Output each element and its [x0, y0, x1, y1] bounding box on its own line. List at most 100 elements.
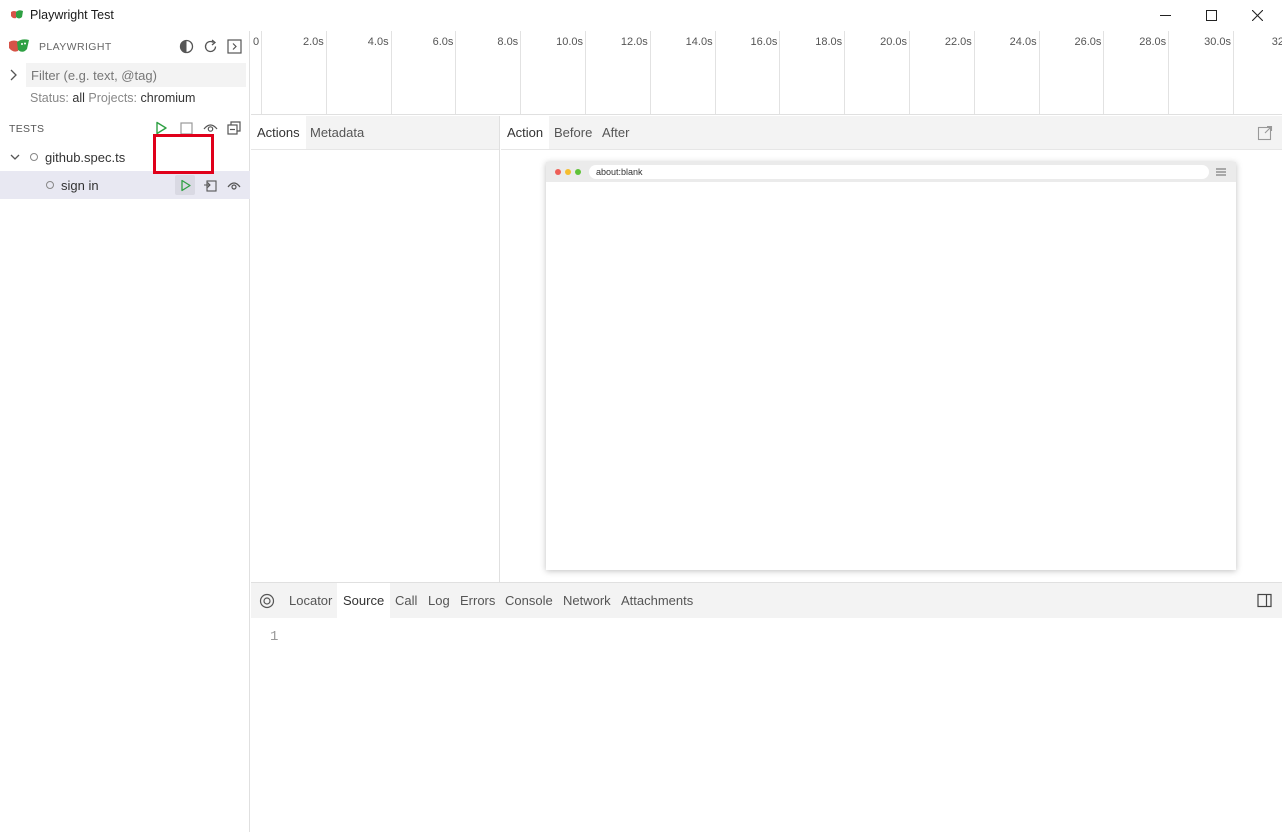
watch-test-button[interactable]	[224, 175, 244, 195]
timeline-tick-line	[714, 31, 716, 114]
projects-label: Projects:	[88, 91, 138, 105]
tab-after[interactable]: After	[596, 116, 635, 149]
timeline-tick-line	[261, 31, 262, 114]
timeline-tick-line	[1168, 31, 1170, 114]
timeline-tick-label: 4.0s	[367, 36, 389, 48]
maximize-icon	[1205, 10, 1217, 21]
chevron-down-icon[interactable]	[9, 151, 21, 163]
timeline-tick-label: 16.0s	[750, 36, 778, 48]
minimize-icon	[1159, 15, 1171, 16]
tab-metadata[interactable]: Metadata	[304, 116, 370, 149]
timeline-tick-label: 6.0s	[432, 36, 454, 48]
browser-toolbar: about:blank	[546, 162, 1236, 182]
tests-label: TESTS	[9, 123, 45, 135]
timeline-tick-label: 20.0s	[880, 36, 907, 48]
tab-actions[interactable]: Actions	[251, 116, 306, 149]
watch-icon	[227, 181, 241, 190]
theme-toggle-button[interactable]	[178, 38, 194, 54]
tree-row-file[interactable]: github.spec.ts	[0, 143, 250, 171]
status-value[interactable]: all	[72, 91, 85, 105]
minimize-dot-icon	[565, 169, 571, 175]
timeline-tick-label: 0	[253, 36, 260, 48]
timeline-tick-label: 10.0s	[556, 36, 583, 48]
timeline-tick-label: 2.0s	[303, 36, 324, 48]
status-circle-icon	[30, 153, 38, 161]
timeline-tick-label: 8.0s	[497, 36, 519, 48]
timeline-tick-line	[520, 31, 522, 114]
timeline-tick-line	[909, 31, 910, 114]
close-dot-icon	[555, 169, 561, 175]
actions-panel: Actions Metadata	[251, 116, 500, 582]
sidebar-header: PLAYWRIGHT	[0, 31, 250, 61]
reload-icon	[204, 39, 216, 52]
timeline-tick-line	[325, 31, 327, 114]
minimize-button[interactable]	[1142, 0, 1188, 31]
chevron-right-icon[interactable]	[8, 68, 20, 82]
filter-row	[0, 62, 250, 88]
timeline-tick-label: 22.0s	[944, 36, 972, 48]
run-icon	[180, 179, 191, 191]
maximize-dot-icon	[575, 169, 581, 175]
tab-before[interactable]: Before	[548, 116, 598, 149]
status-label: Status:	[30, 91, 69, 105]
playwright-app-icon	[11, 10, 23, 19]
timeline-tick-line	[1103, 31, 1105, 114]
close-button[interactable]	[1234, 0, 1280, 31]
timeline-tick-line	[649, 31, 651, 114]
toggle-split-icon[interactable]	[1257, 593, 1272, 608]
collapse-all-button[interactable]	[226, 120, 242, 136]
collapse-all-icon	[227, 121, 241, 135]
url-bar: about:blank	[589, 165, 1209, 179]
filter-input[interactable]	[26, 63, 246, 87]
tree-row-test[interactable]: sign in	[0, 171, 250, 199]
run-all-icon	[156, 121, 167, 135]
tab-call[interactable]: Call	[389, 583, 423, 618]
bottom-tabbar: Locator Source Call Log Errors Console N…	[251, 583, 1282, 618]
sidebar-brand: PLAYWRIGHT	[39, 41, 112, 53]
timeline-tick-label: 14.0s	[685, 36, 713, 48]
source-line-number: 1	[270, 629, 279, 645]
tab-errors[interactable]: Errors	[454, 583, 501, 618]
timeline-tick-label: 28.0s	[1139, 36, 1167, 48]
run-test-button[interactable]	[175, 175, 195, 195]
watch-all-button[interactable]	[202, 120, 218, 136]
test-label: sign in	[61, 178, 99, 193]
timeline-tick-label: 30.0s	[1204, 36, 1231, 48]
tab-log[interactable]: Log	[422, 583, 456, 618]
bottom-panel: Locator Source Call Log Errors Console N…	[251, 582, 1282, 832]
toggle-output-icon	[226, 38, 242, 54]
tab-network[interactable]: Network	[557, 583, 617, 618]
pick-locator-icon[interactable]	[259, 593, 275, 609]
timeline-tick-line	[1233, 31, 1234, 114]
timeline-tick-line	[844, 31, 846, 114]
timeline-tick-label: 26.0s	[1074, 36, 1102, 48]
window-titlebar: Playwright Test	[0, 0, 1282, 31]
hamburger-menu-icon	[1216, 168, 1226, 176]
window-title: Playwright Test	[30, 8, 114, 22]
projects-value[interactable]: chromium	[141, 91, 196, 105]
timeline-tick-line	[1038, 31, 1040, 114]
tests-header: TESTS	[0, 115, 250, 141]
maximize-button[interactable]	[1188, 0, 1234, 31]
reload-button[interactable]	[202, 38, 218, 54]
file-label: github.spec.ts	[45, 150, 126, 165]
timeline-tick-label: 12.0s	[620, 36, 648, 48]
go-to-source-icon	[204, 180, 217, 192]
timeline-tick-line	[779, 31, 781, 114]
open-external-icon[interactable]	[1257, 125, 1273, 141]
status-projects-row: Status: all Projects: chromium	[30, 91, 195, 105]
timeline[interactable]: 0 2.0s 4.0s 6.0s 8.0s 10.0s 12.0s 14.0s 16.0s 18.…	[251, 31, 1282, 115]
browser-snapshot-frame: about:blank	[546, 162, 1236, 570]
tab-locator[interactable]: Locator	[283, 583, 338, 618]
tab-attachments[interactable]: Attachments	[615, 583, 699, 618]
tab-console[interactable]: Console	[499, 583, 559, 618]
actions-tabbar: Actions Metadata	[251, 116, 499, 150]
tab-action[interactable]: Action	[501, 116, 550, 149]
run-all-button[interactable]	[153, 120, 169, 136]
tab-source[interactable]: Source	[337, 583, 391, 618]
stop-button[interactable]	[178, 120, 194, 136]
snapshot-panel: Action Before After about:blank	[501, 116, 1282, 582]
go-to-source-button[interactable]	[200, 175, 220, 195]
toggle-output-button[interactable]	[226, 38, 242, 54]
sidebar: PLAYWRIGHT Status: all Projects: chromiu…	[0, 31, 250, 832]
